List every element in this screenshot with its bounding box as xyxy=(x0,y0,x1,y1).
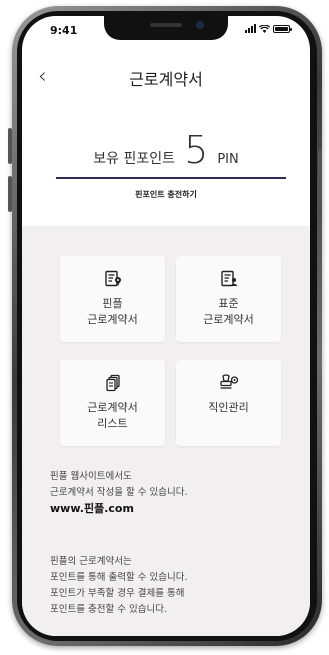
menu-card-label: 핀플 근로계약서 xyxy=(87,297,138,326)
points-label: 보유 핀포인트 xyxy=(93,151,175,167)
battery-icon xyxy=(273,24,292,33)
stacked-documents-icon xyxy=(105,374,120,392)
points-unit: PIN xyxy=(217,152,239,167)
points-info-line4: 포인트를 충전할 수 있습니다. xyxy=(50,604,167,615)
volume-down-button-hardware xyxy=(8,176,12,212)
notch xyxy=(104,16,228,40)
speaker-grille xyxy=(150,23,182,27)
charge-points-link[interactable]: 핀포인트 충전하기 xyxy=(22,189,310,200)
signal-icon xyxy=(245,24,256,33)
website-info-line1: 핀플 웹사이트에서도 xyxy=(50,471,132,482)
front-camera xyxy=(196,21,204,29)
points-info-line2: 포인트를 통해 출력할 수 있습니다. xyxy=(50,572,188,583)
points-summary: 보유 핀포인트 5 PIN xyxy=(22,128,310,172)
website-info: 핀플 웹사이트에서도 근로계약서 작성을 할 수 있습니다. www.핀플.co… xyxy=(50,469,187,517)
power-button-hardware xyxy=(318,150,322,206)
stamp-icon xyxy=(219,374,238,389)
document-pin-icon xyxy=(104,270,121,287)
document-user-icon xyxy=(220,270,237,287)
status-icons xyxy=(245,24,292,33)
menu-card-contract-list[interactable]: 근로계약서 리스트 xyxy=(60,360,165,446)
points-info-line1: 핀플의 근로계약서는 xyxy=(50,556,132,567)
menu-card-standard-contract[interactable]: 표준 근로계약서 xyxy=(176,256,281,342)
points-value: 5 xyxy=(184,128,209,172)
menu-card-label: 근로계약서 리스트 xyxy=(87,401,138,430)
menu-card-label: 표준 근로계약서 xyxy=(203,297,254,326)
points-info: 핀플의 근로계약서는 포인트를 통해 출력할 수 있습니다. 포인트가 부족할 … xyxy=(50,554,187,618)
menu-card-label: 직인관리 xyxy=(208,401,249,414)
points-info-line3: 포인트가 부족할 경우 결제를 통해 xyxy=(50,588,185,599)
website-info-line2: 근로계약서 작성을 할 수 있습니다. xyxy=(50,487,188,498)
menu-card-seal-management[interactable]: 직인관리 xyxy=(176,360,281,446)
status-time: 9:41 xyxy=(50,24,78,37)
page-title: 근로계약서 xyxy=(129,70,203,89)
wifi-icon xyxy=(259,24,270,33)
website-link[interactable]: www.핀플.com xyxy=(50,501,187,517)
menu-card-pinple-contract[interactable]: 핀플 근로계약서 xyxy=(60,256,165,342)
volume-up-button-hardware xyxy=(8,128,12,164)
nav-bar: ‹ 근로계약서 xyxy=(22,62,310,92)
app-screen: 9:41 ‹ 근로계약서 보유 핀포인트 5 PIN 핀포인트 충전하기 핀플 … xyxy=(22,16,310,636)
menu-area: 핀플 근로계약서 표준 근로계약서 근로계약서 리스트 직인관리 핀플 웹사이트… xyxy=(22,226,310,636)
points-divider xyxy=(56,177,286,179)
